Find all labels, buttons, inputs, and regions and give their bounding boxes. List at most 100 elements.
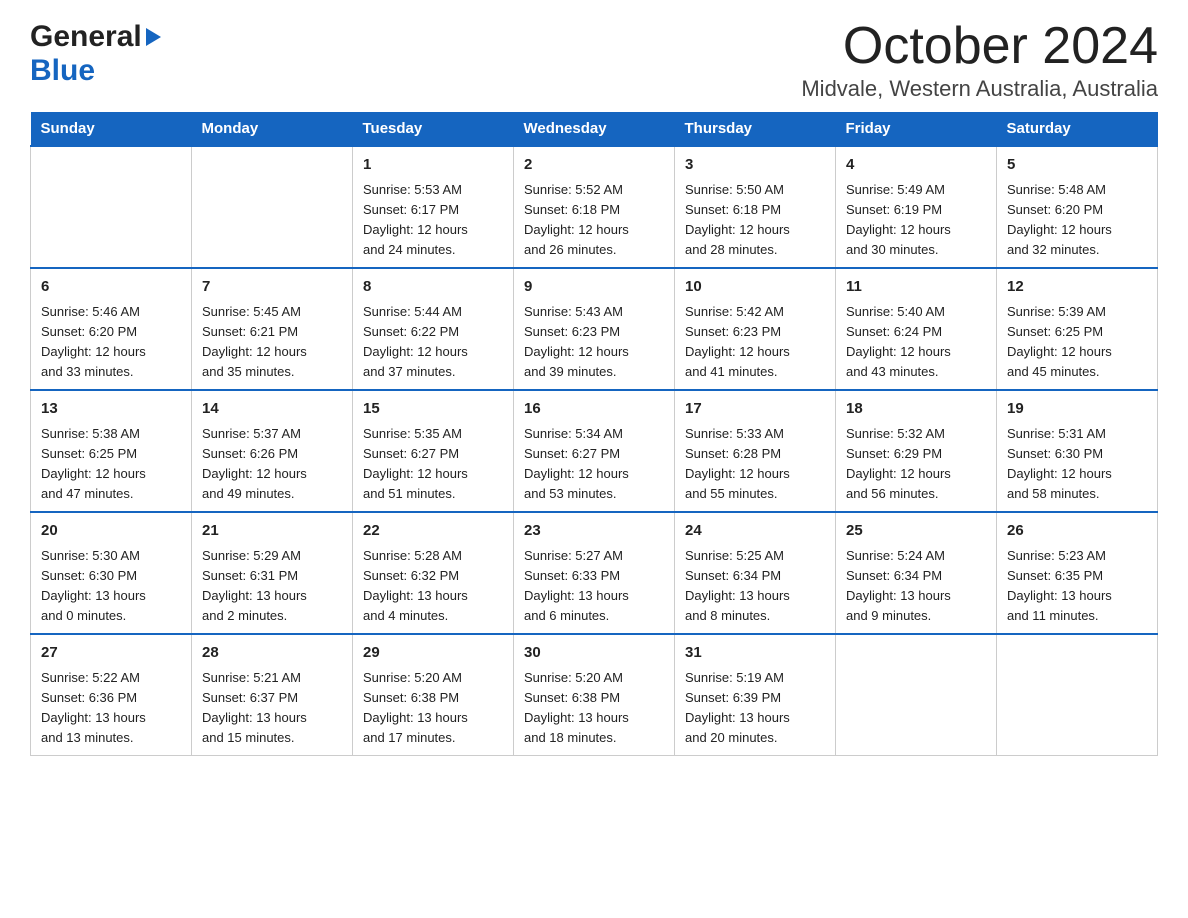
calendar-day-cell [836,634,997,756]
calendar-day-header: Wednesday [514,112,675,146]
day-info: Sunrise: 5:34 AM Sunset: 6:27 PM Dayligh… [524,424,664,505]
day-info: Sunrise: 5:19 AM Sunset: 6:39 PM Dayligh… [685,668,825,749]
day-number: 31 [685,642,825,665]
day-info: Sunrise: 5:43 AM Sunset: 6:23 PM Dayligh… [524,302,664,383]
day-number: 22 [363,520,503,543]
day-number: 3 [685,154,825,177]
day-info: Sunrise: 5:42 AM Sunset: 6:23 PM Dayligh… [685,302,825,383]
day-number: 7 [202,276,342,299]
day-info: Sunrise: 5:53 AM Sunset: 6:17 PM Dayligh… [363,180,503,261]
day-number: 25 [846,520,986,543]
day-number: 15 [363,398,503,421]
calendar-day-cell: 30Sunrise: 5:20 AM Sunset: 6:38 PM Dayli… [514,634,675,756]
calendar-day-header: Saturday [997,112,1158,146]
calendar-day-cell: 29Sunrise: 5:20 AM Sunset: 6:38 PM Dayli… [353,634,514,756]
calendar-day-cell: 19 Sunrise: 5:31 AM Sunset: 6:30 PM Dayli… [997,390,1158,512]
day-number: 6 [41,276,181,299]
title-area: October 2024 Midvale, Western Australia,… [801,20,1158,102]
day-info: Sunrise: 5:35 AM Sunset: 6:27 PM Dayligh… [363,424,503,505]
calendar-day-cell: 1Sunrise: 5:53 AM Sunset: 6:17 PM Daylig… [353,146,514,268]
day-number: 28 [202,642,342,665]
day-number: 18 [846,398,986,421]
day-info: Sunrise: 5:30 AM Sunset: 6:30 PM Dayligh… [41,546,181,627]
calendar-week-row: 1Sunrise: 5:53 AM Sunset: 6:17 PM Daylig… [31,146,1158,268]
calendar-day-cell: 15 Sunrise: 5:35 AM Sunset: 6:27 PM Dayli… [353,390,514,512]
calendar-day-cell: 16Sunrise: 5:34 AM Sunset: 6:27 PM Dayli… [514,390,675,512]
logo-blue-text: Blue [30,54,95,87]
calendar-day-cell [31,146,192,268]
day-info: Sunrise: 5:48 AM Sunset: 6:20 PM Dayligh… [1007,180,1147,261]
calendar-day-cell: 25Sunrise: 5:24 AM Sunset: 6:34 PM Dayli… [836,512,997,634]
calendar-day-cell: 21 Sunrise: 5:29 AM Sunset: 6:31 PM Dayli… [192,512,353,634]
day-number: 19 [1007,398,1147,421]
day-info: Sunrise: 5:27 AM Sunset: 6:33 PM Dayligh… [524,546,664,627]
calendar-day-cell: 14Sunrise: 5:37 AM Sunset: 6:26 PM Dayli… [192,390,353,512]
calendar-day-cell: 18Sunrise: 5:32 AM Sunset: 6:29 PM Dayli… [836,390,997,512]
day-info: Sunrise: 5:44 AM Sunset: 6:22 PM Dayligh… [363,302,503,383]
day-number: 11 [846,276,986,299]
day-info: Sunrise: 5:23 AM Sunset: 6:35 PM Dayligh… [1007,546,1147,627]
calendar-day-cell: 23 Sunrise: 5:27 AM Sunset: 6:33 PM Dayli… [514,512,675,634]
calendar-day-cell: 31 Sunrise: 5:19 AM Sunset: 6:39 PM Dayli… [675,634,836,756]
logo-arrow-icon [146,28,161,46]
calendar-day-cell: 26 Sunrise: 5:23 AM Sunset: 6:35 PM Dayli… [997,512,1158,634]
calendar-week-row: 27 Sunrise: 5:22 AM Sunset: 6:36 PM Dayli… [31,634,1158,756]
calendar-day-cell: 20 Sunrise: 5:30 AM Sunset: 6:30 PM Dayli… [31,512,192,634]
day-number: 2 [524,154,664,177]
day-number: 24 [685,520,825,543]
day-info: Sunrise: 5:20 AM Sunset: 6:38 PM Dayligh… [524,668,664,749]
calendar-week-row: 13 Sunrise: 5:38 AM Sunset: 6:25 PM Dayli… [31,390,1158,512]
calendar-day-cell: 6 Sunrise: 5:46 AM Sunset: 6:20 PM Daylig… [31,268,192,390]
calendar-day-cell: 17Sunrise: 5:33 AM Sunset: 6:28 PM Dayli… [675,390,836,512]
day-number: 14 [202,398,342,421]
calendar-day-header: Thursday [675,112,836,146]
day-info: Sunrise: 5:50 AM Sunset: 6:18 PM Dayligh… [685,180,825,261]
day-info: Sunrise: 5:38 AM Sunset: 6:25 PM Dayligh… [41,424,181,505]
day-info: Sunrise: 5:45 AM Sunset: 6:21 PM Dayligh… [202,302,342,383]
day-number: 4 [846,154,986,177]
day-number: 20 [41,520,181,543]
calendar-day-cell: 9 Sunrise: 5:43 AM Sunset: 6:23 PM Daylig… [514,268,675,390]
calendar-day-cell: 8 Sunrise: 5:44 AM Sunset: 6:22 PM Daylig… [353,268,514,390]
day-number: 10 [685,276,825,299]
day-info: Sunrise: 5:31 AM Sunset: 6:30 PM Dayligh… [1007,424,1147,505]
calendar-day-cell: 27 Sunrise: 5:22 AM Sunset: 6:36 PM Dayli… [31,634,192,756]
day-info: Sunrise: 5:28 AM Sunset: 6:32 PM Dayligh… [363,546,503,627]
calendar-day-header: Friday [836,112,997,146]
day-number: 23 [524,520,664,543]
calendar-day-cell: 4 Sunrise: 5:49 AM Sunset: 6:19 PM Daylig… [836,146,997,268]
calendar-day-cell: 5 Sunrise: 5:48 AM Sunset: 6:20 PM Daylig… [997,146,1158,268]
day-number: 12 [1007,276,1147,299]
logo-general-text: General [30,20,142,54]
calendar-day-cell [192,146,353,268]
day-number: 26 [1007,520,1147,543]
day-info: Sunrise: 5:39 AM Sunset: 6:25 PM Dayligh… [1007,302,1147,383]
calendar-day-cell: 2 Sunrise: 5:52 AM Sunset: 6:18 PM Daylig… [514,146,675,268]
day-info: Sunrise: 5:40 AM Sunset: 6:24 PM Dayligh… [846,302,986,383]
month-title: October 2024 [801,20,1158,72]
day-number: 29 [363,642,503,665]
calendar-day-header: Monday [192,112,353,146]
day-number: 9 [524,276,664,299]
day-number: 5 [1007,154,1147,177]
day-info: Sunrise: 5:49 AM Sunset: 6:19 PM Dayligh… [846,180,986,261]
calendar-day-cell: 3 Sunrise: 5:50 AM Sunset: 6:18 PM Daylig… [675,146,836,268]
calendar-day-cell [997,634,1158,756]
logo: General Blue [30,20,161,88]
calendar-day-cell: 11 Sunrise: 5:40 AM Sunset: 6:24 PM Dayli… [836,268,997,390]
day-number: 8 [363,276,503,299]
day-info: Sunrise: 5:22 AM Sunset: 6:36 PM Dayligh… [41,668,181,749]
calendar-week-row: 20 Sunrise: 5:30 AM Sunset: 6:30 PM Dayli… [31,512,1158,634]
day-info: Sunrise: 5:52 AM Sunset: 6:18 PM Dayligh… [524,180,664,261]
calendar-day-cell: 10 Sunrise: 5:42 AM Sunset: 6:23 PM Dayli… [675,268,836,390]
day-info: Sunrise: 5:25 AM Sunset: 6:34 PM Dayligh… [685,546,825,627]
day-number: 21 [202,520,342,543]
day-number: 27 [41,642,181,665]
calendar-day-cell: 24 Sunrise: 5:25 AM Sunset: 6:34 PM Dayli… [675,512,836,634]
day-info: Sunrise: 5:46 AM Sunset: 6:20 PM Dayligh… [41,302,181,383]
day-number: 17 [685,398,825,421]
calendar-week-row: 6 Sunrise: 5:46 AM Sunset: 6:20 PM Daylig… [31,268,1158,390]
day-number: 13 [41,398,181,421]
calendar-day-header: Sunday [31,112,192,146]
day-info: Sunrise: 5:29 AM Sunset: 6:31 PM Dayligh… [202,546,342,627]
